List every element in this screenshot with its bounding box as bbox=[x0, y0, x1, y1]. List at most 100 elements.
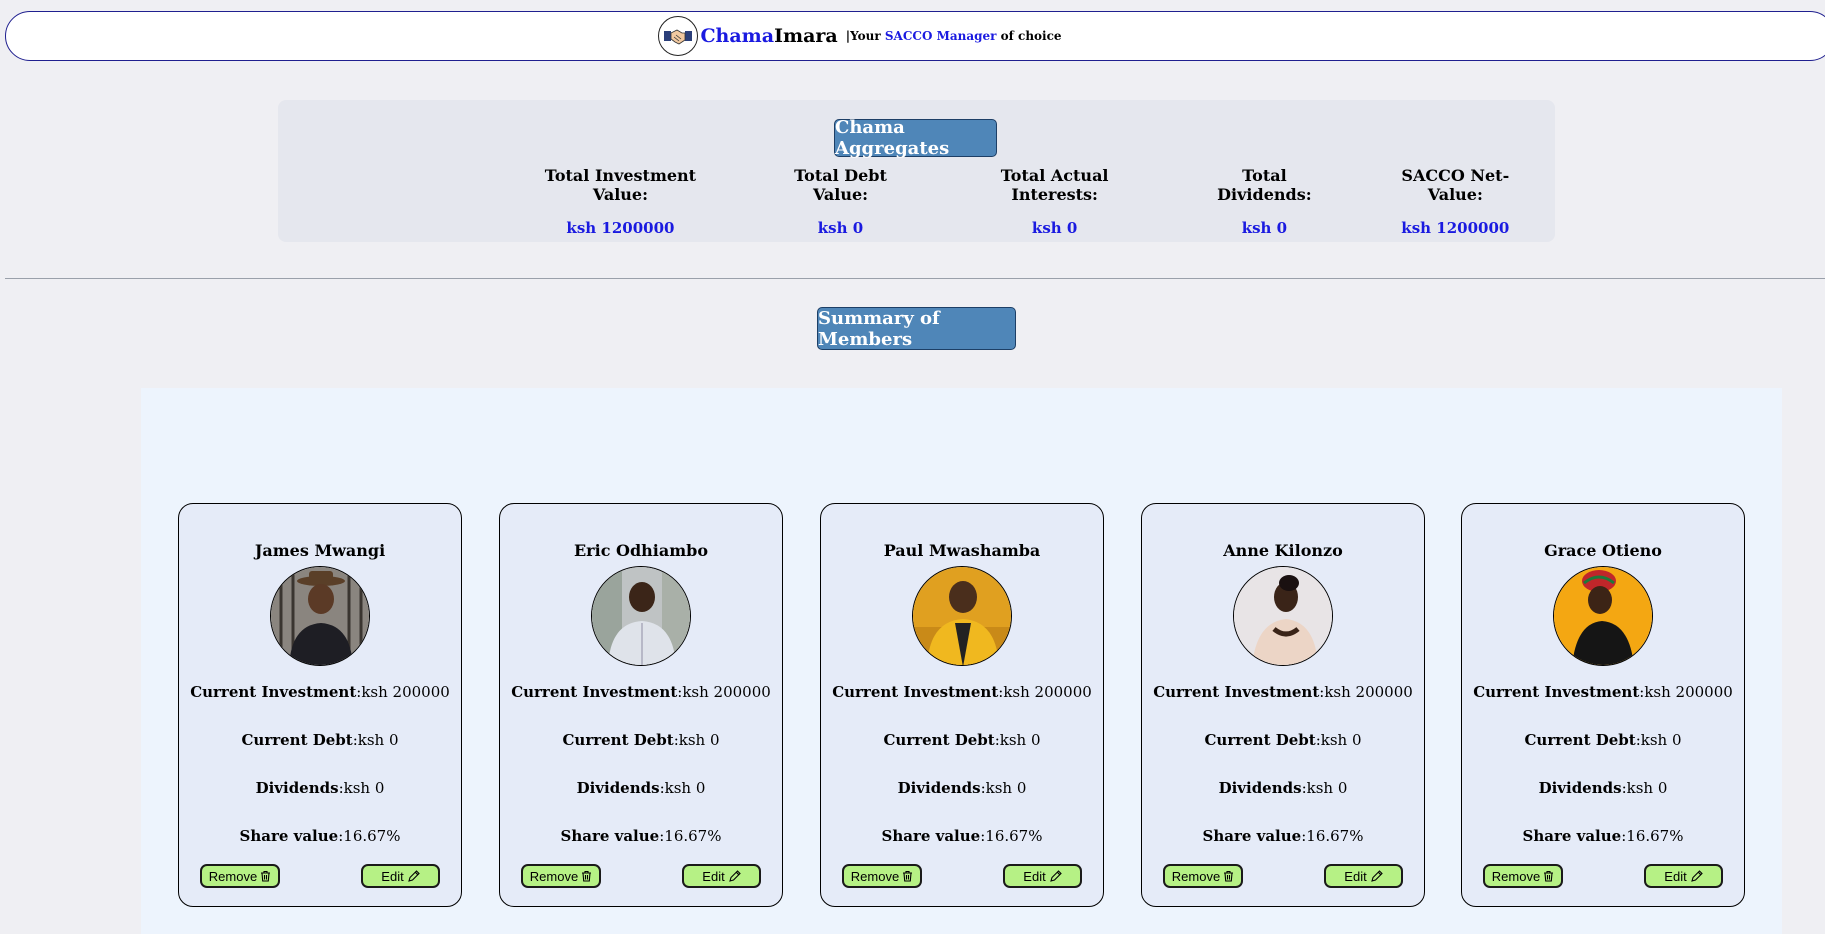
dividends-label: Dividends bbox=[897, 779, 981, 797]
stat-label: Total Dividends: bbox=[1217, 166, 1312, 204]
member-avatar bbox=[912, 566, 1012, 666]
share-row: Share value:16.67% bbox=[1202, 827, 1364, 845]
remove-label: Remove bbox=[850, 868, 900, 884]
tagline: |Your SACCO Manager of choice bbox=[846, 29, 1062, 43]
pencil-icon bbox=[1690, 869, 1703, 883]
debt-value: ksh 0 bbox=[357, 731, 399, 749]
investment-row: Current Investment:ksh 200000 bbox=[1473, 683, 1733, 701]
brand-name-part2: Imara bbox=[774, 25, 838, 47]
debt-row: Current Debt:ksh 0 bbox=[883, 731, 1041, 749]
member-card: Paul Mwashamba Current Investment:ksh 20… bbox=[820, 503, 1104, 907]
debt-label: Current Debt bbox=[241, 731, 353, 749]
investment-label: Current Investment bbox=[1153, 683, 1320, 701]
debt-value: ksh 0 bbox=[1640, 731, 1682, 749]
brand-name-part1: Chama bbox=[700, 25, 775, 47]
dividends-row: Dividends:ksh 0 bbox=[576, 779, 706, 797]
edit-label: Edit bbox=[381, 868, 404, 884]
dividends-row: Dividends:ksh 0 bbox=[1218, 779, 1348, 797]
trash-icon bbox=[1223, 870, 1234, 882]
dividends-row: Dividends:ksh 0 bbox=[255, 779, 385, 797]
remove-button[interactable]: Remove bbox=[521, 864, 601, 888]
share-row: Share value:16.67% bbox=[239, 827, 401, 845]
stat-total-interests: Total Actual Interests: ksh 0 bbox=[936, 166, 1173, 237]
member-avatar bbox=[591, 566, 691, 666]
stat-value: ksh 0 bbox=[1241, 219, 1288, 237]
member-name: Paul Mwashamba bbox=[883, 541, 1041, 560]
debt-row: Current Debt:ksh 0 bbox=[241, 731, 399, 749]
edit-button[interactable]: Edit bbox=[682, 864, 761, 888]
debt-label: Current Debt bbox=[1204, 731, 1316, 749]
remove-label: Remove bbox=[1171, 868, 1221, 884]
card-actions: Remove Edit bbox=[200, 864, 440, 888]
share-value: 16.67% bbox=[1626, 827, 1684, 845]
card-actions: Remove Edit bbox=[521, 864, 761, 888]
remove-label: Remove bbox=[529, 868, 579, 884]
trash-icon bbox=[902, 870, 913, 882]
dividends-value: ksh 0 bbox=[343, 779, 385, 797]
edit-label: Edit bbox=[1023, 868, 1046, 884]
edit-button[interactable]: Edit bbox=[1324, 864, 1403, 888]
remove-button[interactable]: Remove bbox=[1483, 864, 1563, 888]
member-name: James Mwangi bbox=[254, 541, 386, 560]
share-label: Share value bbox=[560, 827, 660, 845]
edit-button[interactable]: Edit bbox=[1003, 864, 1082, 888]
chama-aggregates-button[interactable]: Chama Aggregates bbox=[834, 117, 997, 159]
member-name: Anne Kilonzo bbox=[1223, 541, 1343, 560]
debt-value: ksh 0 bbox=[678, 731, 720, 749]
remove-button[interactable]: Remove bbox=[842, 864, 922, 888]
investment-value: ksh 200000 bbox=[1003, 683, 1092, 701]
dividends-value: ksh 0 bbox=[664, 779, 706, 797]
investment-row: Current Investment:ksh 200000 bbox=[190, 683, 450, 701]
stat-value: ksh 1200000 bbox=[1401, 219, 1510, 237]
edit-label: Edit bbox=[1664, 868, 1687, 884]
dividends-label: Dividends bbox=[255, 779, 339, 797]
share-row: Share value:16.67% bbox=[560, 827, 722, 845]
stat-label: Total Actual Interests: bbox=[1000, 166, 1109, 204]
remove-button[interactable]: Remove bbox=[200, 864, 280, 888]
trash-icon bbox=[260, 870, 271, 882]
remove-button[interactable]: Remove bbox=[1163, 864, 1243, 888]
share-value: 16.67% bbox=[343, 827, 401, 845]
dividends-value: ksh 0 bbox=[1626, 779, 1668, 797]
debt-label: Current Debt bbox=[1524, 731, 1636, 749]
remove-label: Remove bbox=[208, 868, 258, 884]
dividends-row: Dividends:ksh 0 bbox=[1538, 779, 1668, 797]
member-card: James Mwangi Current Investment:ksh 2000… bbox=[178, 503, 462, 907]
dividends-label: Dividends bbox=[1218, 779, 1302, 797]
card-actions: Remove Edit bbox=[1483, 864, 1723, 888]
investment-row: Current Investment:ksh 200000 bbox=[1153, 683, 1413, 701]
investment-value: ksh 200000 bbox=[1324, 683, 1413, 701]
aggregates-stats: Total Investment Value: ksh 1200000 Tota… bbox=[496, 166, 1555, 237]
app-header: Chama Imara |Your SACCO Manager of choice bbox=[5, 11, 1825, 61]
stat-label: Total Investment Value: bbox=[544, 166, 697, 204]
stat-value: ksh 1200000 bbox=[566, 219, 675, 237]
tagline-highlight: SACCO Manager bbox=[884, 29, 997, 43]
stat-total-dividends: Total Dividends: ksh 0 bbox=[1173, 166, 1355, 237]
stat-value: ksh 0 bbox=[817, 219, 864, 237]
pencil-icon bbox=[728, 869, 741, 883]
edit-button[interactable]: Edit bbox=[361, 864, 440, 888]
member-avatar bbox=[1233, 566, 1333, 666]
edit-label: Edit bbox=[1344, 868, 1367, 884]
brand[interactable]: Chama Imara bbox=[658, 16, 838, 56]
debt-row: Current Debt:ksh 0 bbox=[562, 731, 720, 749]
stat-total-investment: Total Investment Value: ksh 1200000 bbox=[496, 166, 745, 237]
member-name: Grace Otieno bbox=[1544, 541, 1662, 560]
debt-row: Current Debt:ksh 0 bbox=[1524, 731, 1682, 749]
debt-value: ksh 0 bbox=[1320, 731, 1362, 749]
stat-label: Total Debt Value: bbox=[794, 166, 887, 204]
share-label: Share value bbox=[239, 827, 339, 845]
debt-row: Current Debt:ksh 0 bbox=[1204, 731, 1362, 749]
card-actions: Remove Edit bbox=[1163, 864, 1403, 888]
member-avatar bbox=[1553, 566, 1653, 666]
members-panel: James Mwangi Current Investment:ksh 2000… bbox=[141, 388, 1782, 934]
tagline-suffix: of choice bbox=[996, 29, 1062, 43]
edit-button[interactable]: Edit bbox=[1644, 864, 1723, 888]
dividends-value: ksh 0 bbox=[985, 779, 1027, 797]
remove-label: Remove bbox=[1491, 868, 1541, 884]
summary-of-members-button[interactable]: Summary of Members bbox=[817, 307, 1016, 350]
dividends-label: Dividends bbox=[576, 779, 660, 797]
member-card: Grace Otieno Current Investment:ksh 2000… bbox=[1461, 503, 1745, 907]
stat-label: SACCO Net-Value: bbox=[1401, 166, 1510, 204]
share-row: Share value:16.67% bbox=[1522, 827, 1684, 845]
